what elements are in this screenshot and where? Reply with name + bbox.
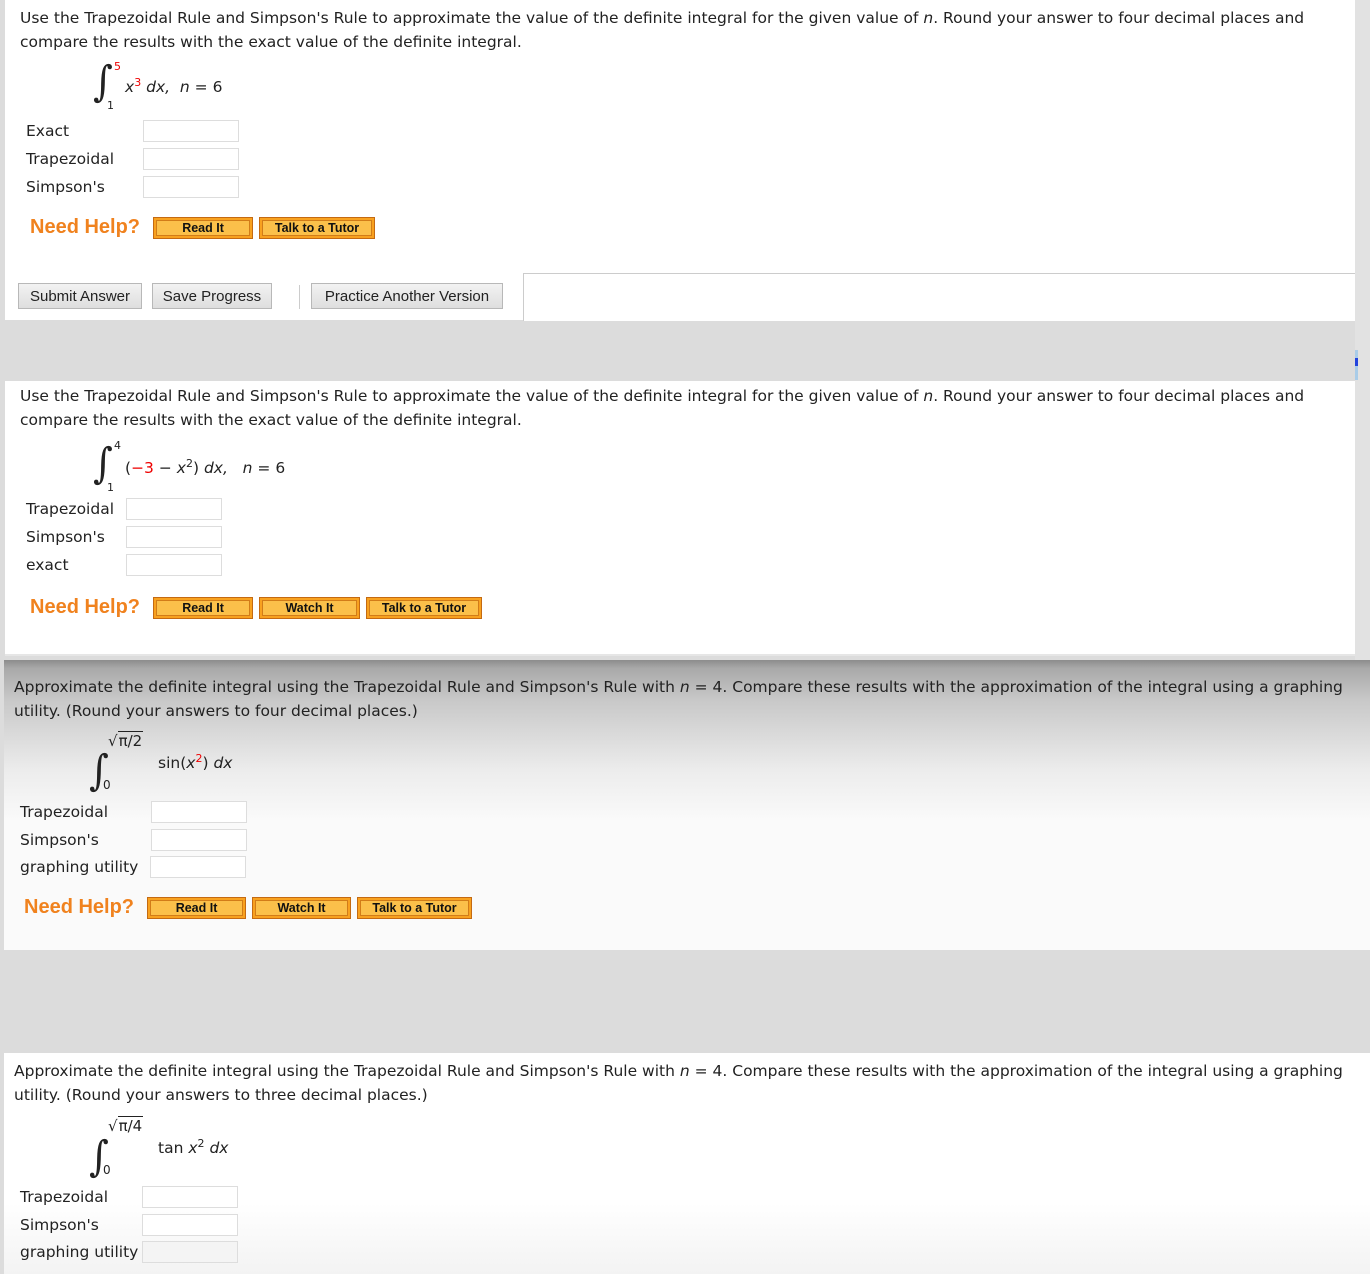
need-help-label: Need Help? (24, 896, 135, 918)
need-help-label: Need Help? (30, 216, 141, 238)
graphing-utility-input[interactable] (142, 1241, 238, 1263)
integrand: (−3 − x2) dx, n = 6 (125, 457, 286, 478)
question-1-panel: Use the Trapezoidal Rule and Simpson's R… (5, 0, 1355, 321)
upper-limit: √π/4 (108, 1116, 144, 1135)
integral-sign-icon: ∫ (93, 438, 113, 488)
watch-it-button[interactable]: Watch It (252, 896, 352, 919)
read-it-button[interactable]: Read It (147, 896, 247, 919)
upper-limit: 5 (114, 60, 121, 73)
integrand: sin(x2) dx (158, 752, 233, 773)
page-scrollbar[interactable] (1355, 0, 1370, 660)
watch-it-button[interactable]: Watch It (259, 596, 361, 619)
graphing-utility-input[interactable] (150, 856, 246, 878)
talk-to-tutor-button[interactable]: Talk to a Tutor (366, 596, 483, 619)
integral-sign-icon: ∫ (93, 56, 113, 106)
talk-to-tutor-button[interactable]: Talk to a Tutor (259, 216, 376, 239)
field-simpsons: Simpson's (26, 528, 105, 546)
question-3-panel: Approximate the definite integral using … (4, 660, 1370, 950)
lower-limit: 0 (103, 778, 111, 792)
need-help-label: Need Help? (30, 596, 141, 618)
field-simpsons: Simpson's (20, 1216, 99, 1234)
empty-tab-panel (523, 273, 1355, 321)
lower-limit: 1 (107, 99, 114, 112)
integrand: x3 dx, n = 6 (125, 76, 223, 97)
trapezoidal-input[interactable] (126, 498, 222, 520)
need-help-bar: Need Help? Read It Talk to a Tutor (30, 216, 381, 239)
question-2-panel: Use the Trapezoidal Rule and Simpson's R… (5, 381, 1355, 656)
simpsons-input[interactable] (126, 526, 222, 548)
submit-answer-button[interactable]: Submit Answer (18, 283, 142, 309)
question-2-prompt: Use the Trapezoidal Rule and Simpson's R… (20, 387, 1305, 429)
need-help-bar: Need Help? Read It Watch It Talk to a Tu… (30, 596, 488, 619)
question-4-prompt: Approximate the definite integral using … (14, 1062, 1343, 1104)
field-exact: Exact (26, 122, 70, 140)
simpsons-input[interactable] (142, 1214, 238, 1236)
trapezoidal-input[interactable] (142, 1186, 238, 1208)
field-trapezoidal: Trapezoidal (26, 150, 115, 168)
lower-limit: 1 (107, 481, 114, 494)
exact-input[interactable] (126, 554, 222, 576)
practice-another-version-button[interactable]: Practice Another Version (311, 283, 503, 309)
field-trapezoidal: Trapezoidal (20, 803, 109, 821)
field-graphing-utility: graphing utility (20, 858, 139, 876)
divider (299, 285, 300, 309)
question-3-prompt: Approximate the definite integral using … (14, 678, 1343, 720)
field-simpsons: Simpson's (20, 831, 99, 849)
talk-to-tutor-button[interactable]: Talk to a Tutor (357, 896, 473, 919)
read-it-button[interactable]: Read It (153, 216, 254, 239)
read-it-button[interactable]: Read It (153, 596, 254, 619)
trapezoidal-input[interactable] (143, 148, 239, 170)
field-exact: exact (26, 556, 69, 574)
field-trapezoidal: Trapezoidal (20, 1188, 109, 1206)
upper-limit: 4 (114, 439, 121, 452)
exact-input[interactable] (143, 120, 239, 142)
save-progress-button[interactable]: Save Progress (152, 283, 272, 309)
lower-limit: 0 (103, 1163, 111, 1177)
field-graphing-utility: graphing utility (20, 1243, 139, 1261)
field-trapezoidal: Trapezoidal (26, 500, 115, 518)
scroll-thumb[interactable] (1355, 350, 1358, 380)
simpsons-input[interactable] (143, 176, 239, 198)
question-1-prompt: Use the Trapezoidal Rule and Simpson's R… (20, 9, 1305, 51)
need-help-bar: Need Help? Read It Watch It Talk to a Tu… (24, 896, 478, 919)
integrand: tan x2 dx (158, 1137, 229, 1158)
question-4-panel: Approximate the definite integral using … (4, 1053, 1370, 1274)
trapezoidal-input[interactable] (151, 801, 247, 823)
field-simpsons: Simpson's (26, 178, 105, 196)
upper-limit: √π/2 (108, 731, 144, 750)
simpsons-input[interactable] (151, 829, 247, 851)
